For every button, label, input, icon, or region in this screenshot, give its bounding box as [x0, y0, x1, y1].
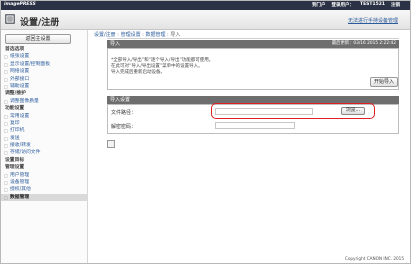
description-line: 导入完成后重新启动设备。 — [111, 70, 165, 75]
sidebar-item-send[interactable]: 发送 — [1, 135, 88, 143]
sidebar-list: 首选选项 纸张设置 显示设置/控制面板 网络设置 外部接口 辅助设置 调整/维护… — [1, 46, 88, 202]
login-user-label: 登录用户： — [331, 3, 355, 8]
portal-link[interactable]: 到门户 — [312, 2, 326, 8]
page-top-icon[interactable] — [107, 140, 115, 148]
logout-link[interactable]: 注销 — [391, 2, 400, 8]
sidebar-item-data-management[interactable]: 数据管理 — [1, 193, 88, 202]
main-content: 设置/注册 : 管理设置 : 数据管理 : 导入 导入 最后更新：03/16 2… — [90, 30, 410, 263]
import-description: *全部导入/导出”和“逐个导入/导出”功能都可使用。 在此可对“导入/导出设置”… — [111, 58, 341, 76]
file-path-label: 文件路径： — [111, 110, 137, 116]
sidebar-section-function: 功能设置 — [5, 106, 25, 112]
copyright: Copyright CANON INC. 2015 — [344, 256, 404, 261]
top-bar: imagePRESS 到门户 登录用户： TEST1521 注销 — [1, 1, 410, 10]
sidebar-item-display[interactable]: 显示设置/控制面板 — [1, 61, 88, 69]
sidebar-section-destination[interactable]: 设置目标 — [1, 157, 88, 164]
import-panel-title: 导入 — [110, 41, 121, 47]
start-import-button[interactable]: 开始导入 — [370, 77, 398, 87]
import-panel-header: 导入 最后更新：03/16 2015 2:22:42 — [107, 40, 399, 48]
app-window: imagePRESS 到门户 登录用户： TEST1521 注销 设置/注册 无… — [0, 0, 411, 264]
sidebar-item-receive[interactable]: 接收/转发 — [1, 142, 88, 150]
mobile-management-link[interactable]: 无法进行手持设备管理 — [348, 17, 398, 24]
divider — [107, 38, 399, 39]
sidebar-item-license[interactable]: 授权/其他 — [1, 186, 88, 194]
settings-icon — [5, 14, 15, 24]
sidebar-item-paper[interactable]: 纸张设置 — [1, 53, 88, 61]
back-to-main-button[interactable]: 返回主设置 — [5, 34, 71, 44]
sidebar-item-store[interactable]: 存储/访问文件 — [1, 149, 88, 157]
sidebar-item-device-management[interactable]: 设备管理 — [1, 179, 88, 187]
sidebar-item-external[interactable]: 外部接口 — [1, 76, 88, 84]
title-bar: 设置/注册 无法进行手持设备管理 — [1, 10, 410, 30]
sidebar-item-accessibility[interactable]: 辅助设置 — [1, 83, 88, 91]
sidebar-item-copy[interactable]: 复印 — [1, 120, 88, 128]
brand-logo: imagePRESS — [4, 2, 36, 7]
password-input[interactable] — [215, 122, 295, 129]
sidebar-section-maintenance: 调整/维护 — [5, 91, 26, 97]
login-user-name: TEST1521 — [360, 2, 385, 7]
sidebar-item-printer[interactable]: 打印机 — [1, 127, 88, 135]
sidebar-section-preferences: 首选选项 — [5, 47, 25, 52]
highlight-box — [211, 103, 375, 119]
page-title: 设置/注册 — [20, 18, 60, 28]
import-settings-title: 导入设置 — [110, 97, 131, 103]
sidebar-item-user-management[interactable]: 用户管理 — [1, 172, 88, 180]
password-label: 解密密码： — [111, 124, 137, 130]
sidebar-section-management: 管理设置 — [5, 165, 25, 171]
sidebar-item-image-quality[interactable]: 调整图像质量 — [1, 98, 88, 106]
last-updated: 最后更新：03/16 2015 2:22:42 — [331, 41, 396, 46]
top-links: 到门户 登录用户： TEST1521 注销 — [312, 2, 400, 8]
sidebar-item-common[interactable]: 常用设置 — [1, 113, 88, 121]
sidebar: 返回主设置 首选选项 纸张设置 显示设置/控制面板 网络设置 外部接口 辅助设置… — [1, 30, 88, 263]
breadcrumb: 设置/注册 : 管理设置 : 数据管理 : 导入 — [94, 32, 181, 38]
sidebar-item-network[interactable]: 网络设置 — [1, 68, 88, 76]
